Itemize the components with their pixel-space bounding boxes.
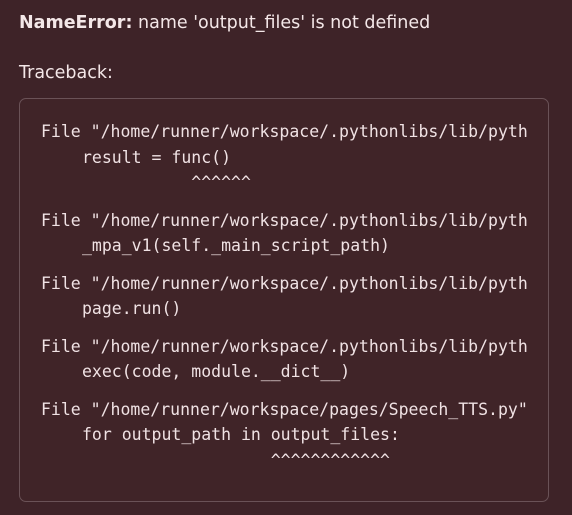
- frame-code-line: exec(code, module.__dict__): [82, 362, 351, 381]
- frame-error-marker: ^^^^^^: [82, 173, 251, 192]
- traceback-frame: File "/home/runner/workspace/.pythonlibs…: [41, 119, 548, 196]
- frame-file-line: File "/home/runner/workspace/.pythonlibs…: [41, 122, 528, 141]
- error-header: NameError: name 'output_files' is not de…: [19, 11, 430, 35]
- frame-file-line: File "/home/runner/workspace/pages/Speec…: [41, 399, 528, 419]
- error-type: NameError: [19, 13, 126, 33]
- traceback-frame: File "/home/runner/workspace/pages/Speec…: [41, 397, 548, 474]
- error-message: name 'output_files' is not defined: [132, 13, 431, 33]
- traceback-frames: File "/home/runner/workspace/.pythonlibs…: [41, 119, 548, 485]
- traceback-frame: File "/home/runner/workspace/.pythonlibs…: [41, 271, 548, 322]
- traceback-frame: File "/home/runner/workspace/.pythonlibs…: [41, 208, 548, 259]
- frame-code-line: result = func(): [82, 147, 232, 167]
- frame-file-line: File "/home/runner/workspace/.pythonlibs…: [41, 336, 528, 356]
- traceback-label: Traceback:: [19, 63, 113, 83]
- traceback-frame: File "/home/runner/workspace/.pythonlibs…: [41, 334, 548, 385]
- frame-file-line: File "/home/runner/workspace/.pythonlibs…: [41, 273, 528, 293]
- frame-code-line: page.run(): [82, 299, 182, 318]
- frame-file-line: File "/home/runner/workspace/.pythonlibs…: [41, 210, 528, 230]
- frame-code-line: for output_path in output_files:: [82, 425, 400, 444]
- traceback-box: File "/home/runner/workspace/.pythonlibs…: [19, 98, 549, 502]
- frame-code-line: _mpa_v1(self._main_script_path): [82, 236, 390, 255]
- frame-error-marker: ^^^^^^^^^^^^: [82, 450, 390, 470]
